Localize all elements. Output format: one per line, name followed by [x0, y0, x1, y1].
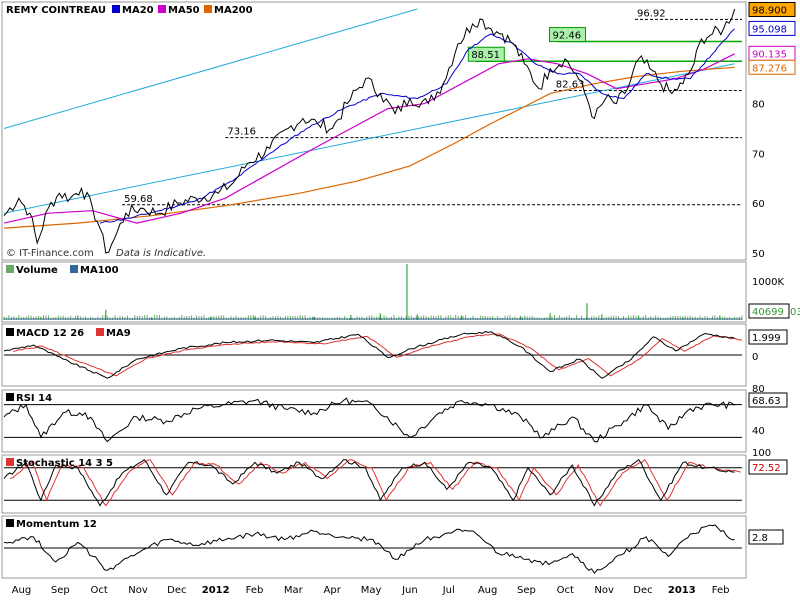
price-legend-swatch-2: [158, 5, 166, 13]
price-legend-label-0: REMY COINTREAU: [6, 5, 106, 16]
price-y-tick-3: 80: [752, 100, 765, 111]
rsi-legend-swatch: [6, 393, 14, 401]
momentum-legend-label: Momentum 12: [16, 519, 97, 530]
x-tick-label-1: Sep: [51, 585, 70, 596]
x-tick-label-17: 2013: [668, 585, 696, 596]
disclaimer-text: Data is Indicative.: [116, 248, 206, 259]
price-level-label-5: 59.68: [124, 194, 153, 205]
x-tick-label-14: Oct: [557, 585, 574, 596]
macd-badge: 1.999: [752, 333, 781, 344]
momentum-panel: Momentum 12 2.8: [1, 515, 784, 579]
x-tick-label-10: Jun: [401, 585, 418, 596]
x-tick-label-3: Nov: [128, 585, 148, 596]
stoch-panel-frame: [1, 454, 747, 514]
price-level-label-1: 92.46: [553, 31, 582, 42]
rsi-panel: RSI 14 8040 68.63: [1, 384, 788, 453]
stoch-badge: 72.52: [752, 463, 781, 474]
price-y-tick-1: 60: [752, 199, 765, 210]
stock-chart: 96.9292.4688.5182.6373.1659.68 50607080 …: [0, 0, 800, 600]
macd-zero-label: 0: [752, 352, 758, 363]
x-tick-label-15: Nov: [594, 585, 614, 596]
stoch-legend-swatch: [6, 458, 14, 466]
rsi-legend-label: RSI 14: [16, 393, 52, 404]
x-tick-label-5: 2012: [202, 585, 230, 596]
momentum-legend-swatch: [6, 519, 14, 527]
volume-badge-suffix: 03: [790, 307, 800, 318]
volume-ma100-swatch: [70, 265, 78, 273]
x-tick-label-2: Oct: [91, 585, 108, 596]
macd-signal-swatch: [96, 328, 104, 336]
x-tick-label-11: Jul: [442, 585, 455, 596]
momentum-badge: 2.8: [752, 533, 768, 544]
price-legend-label-2: MA50: [168, 5, 200, 16]
price-badge-3: 87.276: [752, 63, 787, 74]
volume-panel: Volume MA100 1000K 40699 03: [1, 261, 800, 323]
price-y-tick-0: 50: [752, 249, 765, 260]
x-tick-label-7: Mar: [284, 585, 304, 596]
copyright-text: © IT-Finance.com: [6, 248, 94, 259]
rsi-badge: 68.63: [752, 396, 781, 407]
volume-tick-label: 1000K: [752, 277, 784, 288]
rsi-tick-40: 40: [752, 426, 765, 437]
price-level-label-0: 96.92: [637, 8, 666, 19]
macd-legend-swatch: [6, 328, 14, 336]
price-legend-swatch-1: [112, 5, 120, 13]
x-tick-label-16: Dec: [633, 585, 652, 596]
price-level-label-4: 73.16: [227, 127, 256, 138]
price-legend-swatch-3: [204, 5, 212, 13]
price-badge-0: 98.900: [752, 5, 787, 16]
stoch-tick-label: 100: [752, 448, 771, 459]
volume-badge: 40699: [752, 307, 784, 318]
x-tick-label-18: Feb: [712, 585, 730, 596]
price-legend-label-1: MA20: [122, 5, 154, 16]
x-tick-label-13: Sep: [517, 585, 536, 596]
x-tick-label-0: Aug: [12, 585, 32, 596]
x-tick-label-4: Dec: [167, 585, 186, 596]
x-tick-label-9: May: [361, 585, 382, 596]
x-tick-label-6: Feb: [246, 585, 264, 596]
macd-signal-label: MA9: [106, 328, 131, 339]
volume-legend-label: Volume: [16, 265, 58, 276]
stoch-panel: Stochastic 14 3 5 100 72.52: [1, 448, 788, 514]
macd-panel: MACD 12 26 MA9 1.999 0: [1, 323, 788, 387]
price-legend: REMY COINTREAU MA20 MA50 MA200: [6, 5, 253, 16]
price-badge-2: 90.135: [752, 49, 787, 60]
volume-legend-swatch: [6, 265, 14, 273]
x-tick-label-12: Aug: [478, 585, 498, 596]
stoch-legend-label: Stochastic 14 3 5: [16, 458, 113, 469]
volume-ma100-label: MA100: [80, 265, 119, 276]
price-level-label-2: 88.51: [471, 50, 500, 61]
price-legend-label-3: MA200: [214, 5, 253, 16]
rsi-panel-frame: [1, 389, 747, 453]
price-panel: 96.9292.4688.5182.6373.1659.68 50607080 …: [1, 1, 796, 261]
macd-legend-label: MACD 12 26: [16, 328, 84, 339]
price-y-tick-2: 70: [752, 149, 765, 160]
x-tick-label-8: Apr: [324, 585, 342, 596]
price-badge-1: 95.098: [752, 24, 787, 35]
